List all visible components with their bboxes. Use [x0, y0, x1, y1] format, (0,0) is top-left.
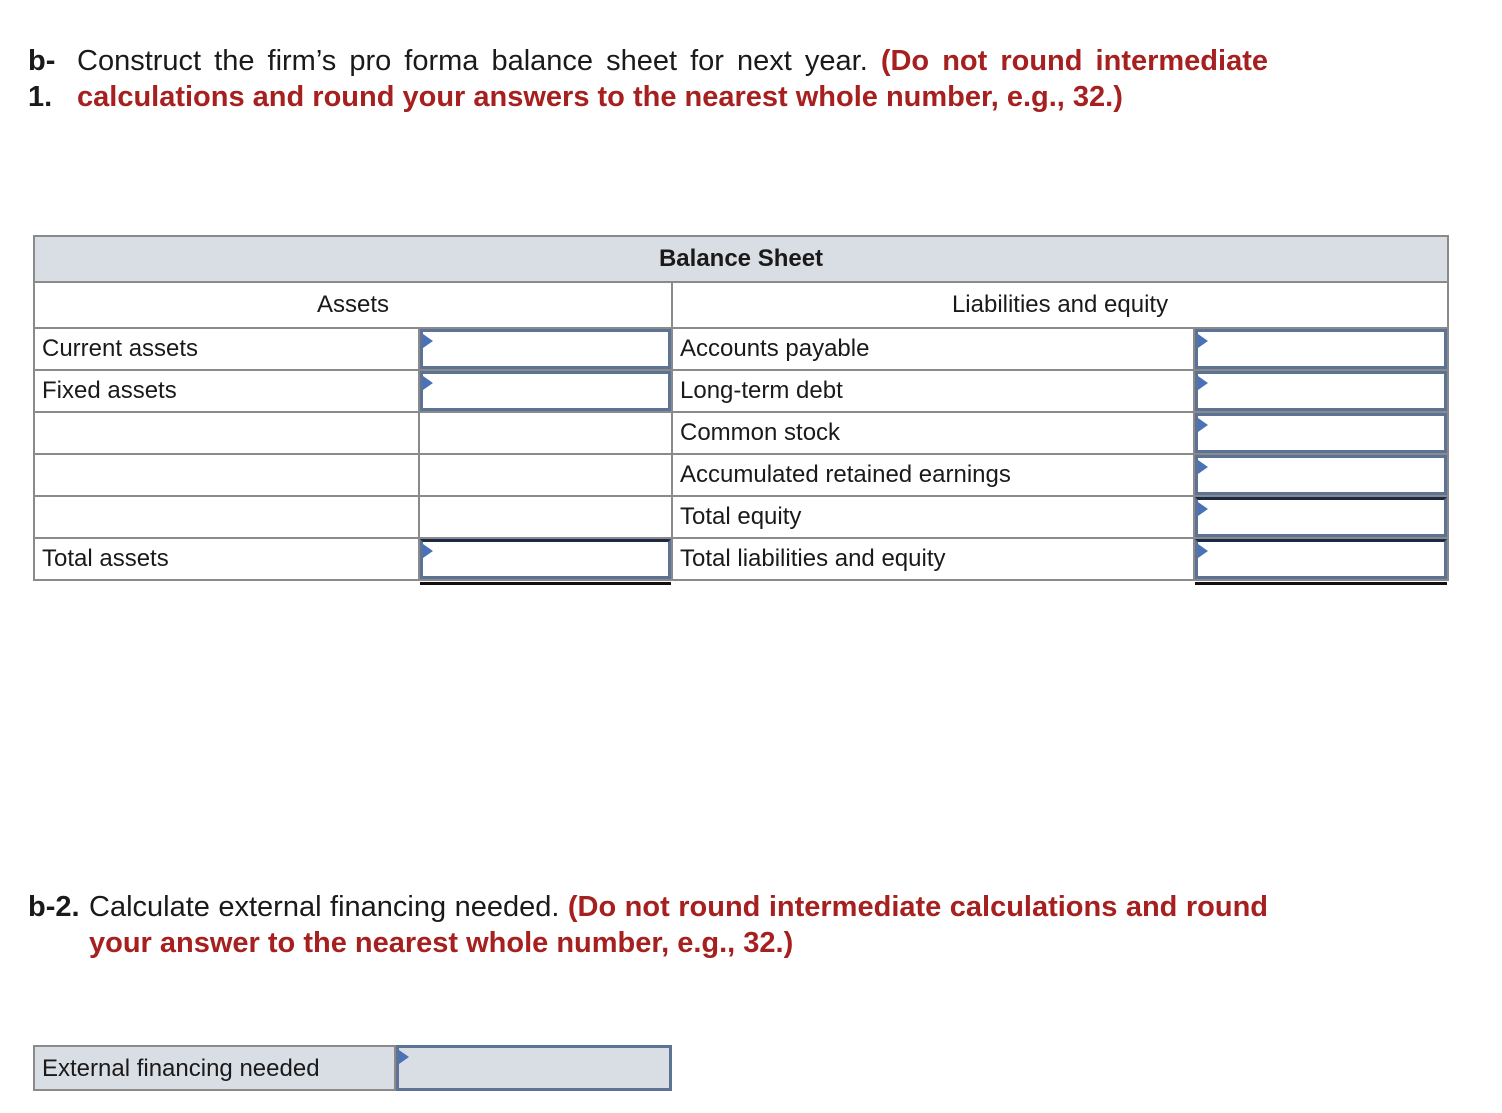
input-marker-icon [1198, 544, 1208, 558]
external-financing-row: External financing needed [33, 1045, 672, 1091]
balance-sheet-table: Balance Sheet Assets Liabilities and equ… [32, 235, 1450, 585]
input-marker-icon [1198, 334, 1208, 348]
input-marker-icon [423, 544, 433, 558]
input-marker-icon [1198, 502, 1208, 516]
table-row: Fixed assets Long-term debt [33, 369, 1450, 413]
common-stock-label: Common stock [671, 411, 1195, 455]
table-row: Current assets Accounts payable [33, 327, 1450, 371]
external-financing-field[interactable] [396, 1045, 672, 1091]
liabilities-header: Liabilities and equity [670, 281, 1450, 329]
fixed-assets-label: Fixed assets [33, 369, 420, 413]
total-equity-field[interactable] [1195, 497, 1448, 537]
current-assets-input[interactable] [423, 332, 668, 366]
long-term-debt-field[interactable] [1195, 371, 1448, 411]
fixed-assets-input[interactable] [423, 374, 668, 408]
accumulated-retained-earnings-label: Accumulated retained earnings [671, 453, 1195, 497]
accounts-payable-input[interactable] [1198, 332, 1445, 366]
external-financing-label: External financing needed [33, 1045, 396, 1091]
empty-asset-label [33, 495, 420, 539]
accounts-payable-label: Accounts payable [671, 327, 1195, 371]
input-marker-icon [423, 376, 433, 390]
long-term-debt-label: Long-term debt [671, 369, 1195, 413]
accounts-payable-field[interactable] [1195, 329, 1448, 369]
total-assets-input[interactable] [423, 542, 668, 576]
total-assets-field[interactable] [420, 539, 671, 585]
total-liabilities-equity-label: Total liabilities and equity [671, 537, 1195, 581]
external-financing-input[interactable] [399, 1048, 669, 1088]
input-marker-icon [1198, 460, 1208, 474]
total-liabilities-equity-field[interactable] [1195, 539, 1448, 585]
input-marker-icon [1198, 418, 1208, 432]
fixed-assets-field[interactable] [420, 371, 671, 411]
empty-asset-value [418, 411, 673, 455]
retained-earnings-field[interactable] [1195, 455, 1448, 495]
current-assets-label: Current assets [33, 327, 420, 371]
question-text: Calculate external financing needed. (Do… [89, 891, 1269, 959]
empty-asset-label [33, 453, 420, 497]
total-equity-label: Total equity [671, 495, 1195, 539]
common-stock-field[interactable] [1195, 413, 1448, 453]
empty-asset-value [418, 453, 673, 497]
table-row: Total assets Total liabilities and equit… [33, 537, 1450, 585]
empty-asset-value [418, 495, 673, 539]
common-stock-input[interactable] [1198, 416, 1445, 450]
empty-asset-label [33, 411, 420, 455]
input-marker-icon [1198, 376, 1208, 390]
total-liabilities-equity-input[interactable] [1198, 542, 1445, 576]
long-term-debt-input[interactable] [1198, 374, 1445, 408]
retained-earnings-input[interactable] [1198, 458, 1445, 492]
input-marker-icon [399, 1050, 409, 1064]
total-assets-label: Total assets [33, 537, 420, 581]
question-number: b-2. [28, 891, 80, 923]
current-assets-field[interactable] [420, 329, 671, 369]
question-b1: b- 1. Construct the firm’s pro forma bal… [28, 43, 1268, 115]
balance-sheet-title: Balance Sheet [32, 235, 1450, 283]
question-text: Construct the firm’s pro forma balance s… [77, 45, 1268, 113]
table-row: Total equity [33, 495, 1450, 539]
assets-header: Assets [33, 281, 673, 329]
table-row: Common stock [33, 411, 1450, 455]
question-b2: b-2. Calculate external financing needed… [28, 889, 1268, 961]
total-equity-input[interactable] [1198, 500, 1445, 534]
question-number: b- 1. [28, 45, 56, 113]
input-marker-icon [423, 334, 433, 348]
table-row: Accumulated retained earnings [33, 453, 1450, 497]
